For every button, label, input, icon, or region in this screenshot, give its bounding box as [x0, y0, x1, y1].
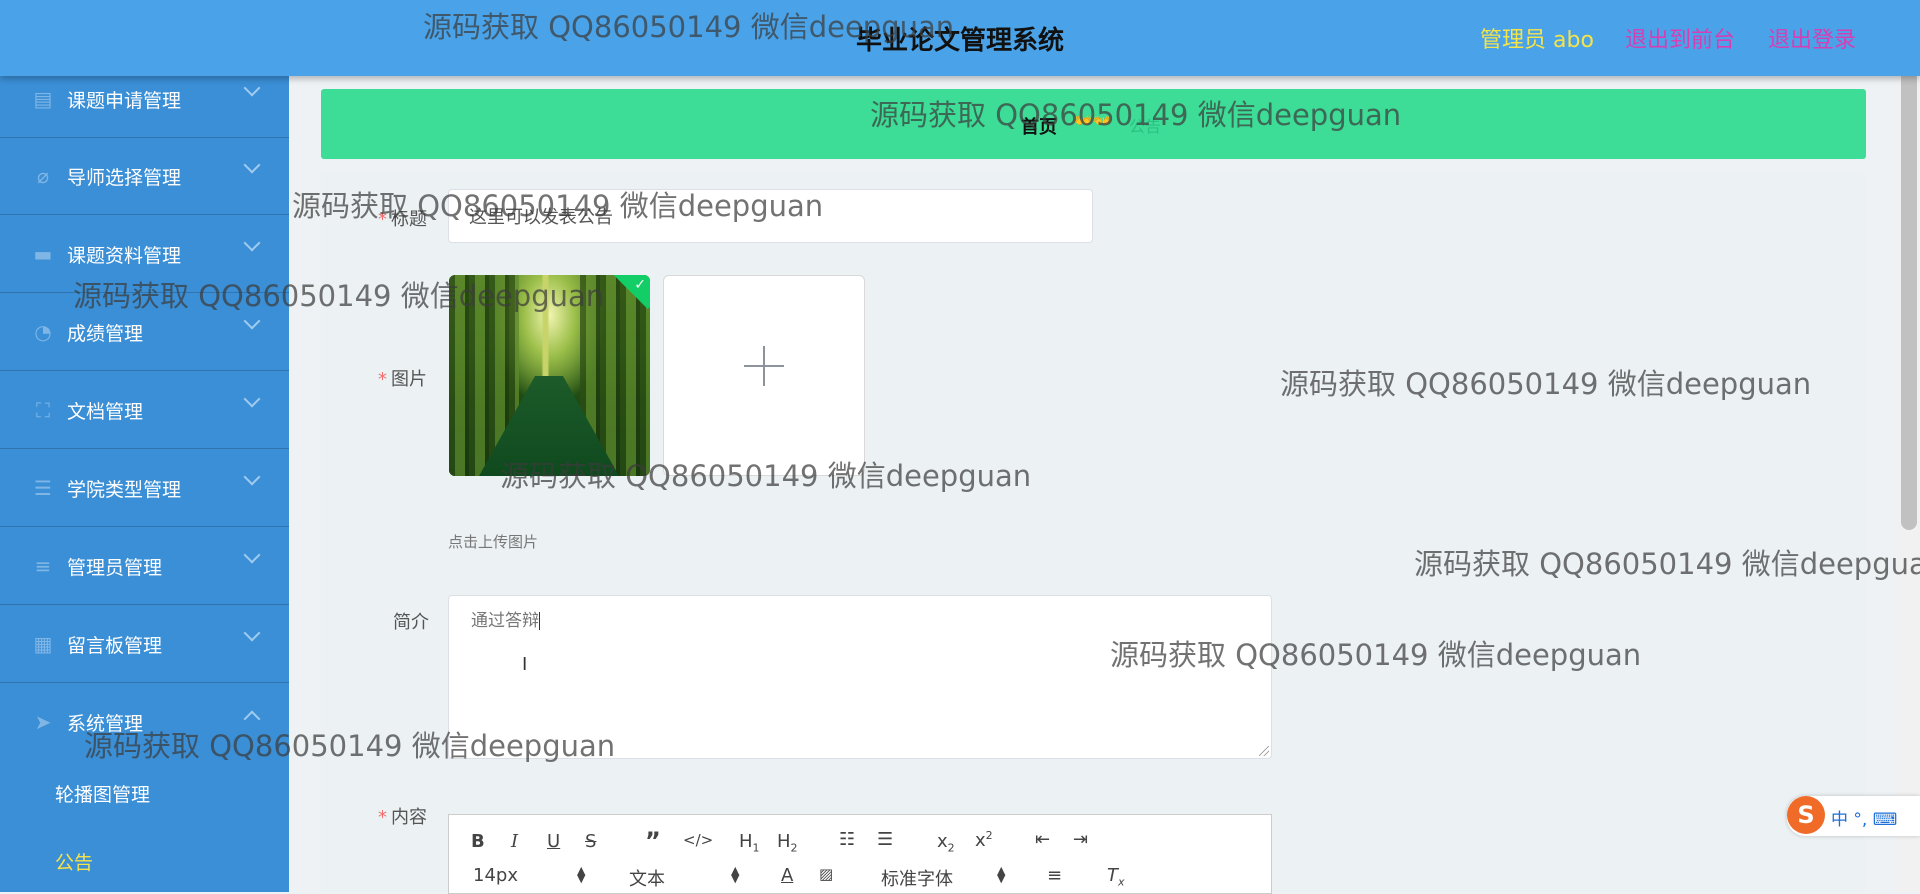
upload-tip: 点击上传图片 — [448, 533, 539, 551]
send-icon: ➤ — [34, 710, 52, 734]
select-arrows-icon: ▲ ▼ — [731, 864, 740, 885]
top-header: 毕业论文管理系统 管理员 abo 退出到前台 退出登录 — [0, 0, 1920, 76]
scrollbar-thumb[interactable] — [1901, 70, 1917, 530]
outdent-icon[interactable]: ⇤ — [1035, 829, 1050, 850]
sidebar-item-label: 导师选择管理 — [67, 167, 182, 189]
chevron-up-icon — [243, 710, 261, 728]
upload-image-button[interactable] — [663, 275, 865, 476]
sidebar-item-documents[interactable]: ⛶ 文档管理 — [0, 371, 289, 449]
sogou-logo-icon: S — [1787, 796, 1825, 834]
content-label: * 内容 — [378, 807, 427, 828]
select-arrows-icon: ▲ ▼ — [997, 864, 1006, 885]
logout-link[interactable]: 退出登录 — [1768, 22, 1856, 54]
sliders-icon: ≡ — [34, 554, 52, 578]
sidebar-item-label: 课题资料管理 — [67, 245, 182, 267]
indent-icon[interactable]: ⇥ — [1073, 829, 1088, 850]
list-icon: ☰ — [34, 476, 52, 500]
title-input[interactable] — [448, 189, 1093, 243]
ime-toolbar[interactable]: S 中 °, ⌨ — [1787, 796, 1920, 836]
intro-textarea[interactable]: 通过答辩 — [448, 595, 1272, 759]
blockquote-icon[interactable]: ” — [645, 827, 661, 855]
font-color-icon[interactable]: A — [781, 865, 793, 886]
chevron-down-icon — [243, 312, 261, 330]
code-icon[interactable]: </> — [683, 831, 713, 849]
text-cursor-icon: I — [522, 654, 528, 675]
superscript-icon[interactable]: x2 — [975, 829, 993, 851]
hands-icon: 👐👐 — [1073, 111, 1113, 130]
sidebar-item-college-types[interactable]: ☰ 学院类型管理 — [0, 449, 289, 527]
select-arrows-icon: ▲ ▼ — [577, 864, 586, 885]
heading2-icon[interactable]: H2 — [777, 831, 798, 855]
sidebar-item-topic-materials[interactable]: ▬ 课题资料管理 — [0, 215, 289, 293]
gauge-icon: ◔ — [34, 320, 52, 344]
sidebar-item-label: 系统管理 — [67, 713, 144, 735]
admin-label: 管理员 abo — [1480, 28, 1594, 53]
clear-format-icon[interactable]: Tx — [1107, 865, 1125, 889]
align-icon[interactable]: ≡ — [1047, 865, 1062, 886]
sidebar-item-label: 课题申请管理 — [67, 90, 182, 112]
subscript-icon[interactable]: x2 — [937, 831, 955, 855]
intro-label: 简介 — [393, 612, 429, 633]
ime-status: 中 °, ⌨ — [1831, 810, 1898, 830]
sidebar-item-admins[interactable]: ≡ 管理员管理 — [0, 527, 289, 605]
sidebar-item-system[interactable]: ➤ 系统管理 — [0, 683, 289, 760]
sidebar-item-label: 成绩管理 — [67, 323, 144, 345]
background-color-icon[interactable]: ▨ — [819, 865, 833, 883]
sidebar-item-label: 文档管理 — [67, 401, 144, 423]
sidebar-item-label: 留言板管理 — [67, 635, 163, 657]
image-label: * 图片 — [378, 369, 427, 390]
chevron-down-icon — [243, 234, 261, 252]
breadcrumb: 首页 👐👐 公告 — [321, 89, 1866, 159]
text-style-select[interactable]: 文本 — [629, 865, 665, 891]
submenu-item-notice[interactable]: 公告 — [55, 848, 93, 875]
intro-text: 通过答辩 — [471, 611, 539, 631]
sidebar: ▤ 课题申请管理 ⌀ 导师选择管理 ▬ 课题资料管理 ◔ 成绩管理 ⛶ 文档管理… — [0, 60, 289, 892]
bold-icon[interactable]: B — [471, 831, 485, 852]
italic-icon[interactable]: I — [511, 831, 518, 852]
plus-icon — [744, 346, 784, 386]
sidebar-item-tutor-selection[interactable]: ⌀ 导师选择管理 — [0, 137, 289, 215]
document-icon: ▤ — [33, 87, 53, 111]
chevron-down-icon — [243, 468, 261, 486]
underline-icon[interactable]: U — [547, 831, 560, 852]
frame-icon: ⛶ — [36, 398, 50, 422]
breadcrumb-home[interactable]: 首页 — [1021, 113, 1057, 139]
tutor-icon: ⌀ — [36, 164, 50, 188]
breadcrumb-current: 公告 — [1129, 117, 1162, 136]
sidebar-item-message-board[interactable]: ▦ 留言板管理 — [0, 605, 289, 683]
chevron-down-icon — [243, 79, 261, 97]
chevron-down-icon — [243, 624, 261, 642]
strike-icon[interactable]: S — [585, 831, 596, 852]
ordered-list-icon[interactable]: ☷ — [839, 829, 855, 850]
back-to-frontend-link[interactable]: 退出到前台 — [1625, 22, 1735, 54]
sidebar-item-label: 管理员管理 — [67, 557, 163, 579]
sidebar-item-grades[interactable]: ◔ 成绩管理 — [0, 293, 289, 371]
content-editor[interactable]: B I U S ” </> H1 H2 ☷ ☰ x2 x2 ⇤ ⇥ 14px ▲… — [448, 814, 1272, 894]
title-label: * 标题 — [378, 209, 427, 230]
heading1-icon[interactable]: H1 — [739, 831, 760, 855]
font-family-select[interactable]: 标准字体 — [881, 865, 953, 891]
uploaded-image[interactable]: ✓ — [449, 275, 650, 476]
bullet-list-icon[interactable]: ☰ — [877, 829, 893, 850]
page-scrollbar[interactable] — [1898, 60, 1920, 892]
chat-icon: ▬ — [33, 242, 53, 266]
chevron-down-icon — [243, 390, 261, 408]
resize-grip-icon[interactable] — [1259, 746, 1269, 756]
chevron-down-icon — [243, 156, 261, 174]
sidebar-item-label: 学院类型管理 — [67, 479, 182, 501]
chevron-down-icon — [243, 546, 261, 564]
check-icon: ✓ — [634, 277, 646, 293]
submenu-item-carousel[interactable]: 轮播图管理 — [55, 780, 150, 807]
grid-icon: ▦ — [33, 632, 53, 656]
font-size-select[interactable]: 14px — [473, 865, 518, 886]
